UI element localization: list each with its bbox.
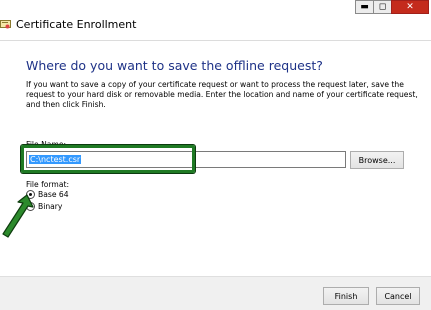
page-heading: Where do you want to save the offline re… bbox=[26, 58, 323, 73]
cancel-button[interactable]: Cancel bbox=[376, 287, 420, 305]
file-format-label: File format: bbox=[26, 180, 70, 189]
wizard-content: Where do you want to save the offline re… bbox=[0, 40, 431, 270]
green-arrow-icon bbox=[2, 194, 34, 238]
annotation-highlight-box bbox=[21, 145, 195, 173]
wizard-footer: Finish Cancel bbox=[0, 276, 431, 310]
radio-binary-label: Binary bbox=[38, 202, 63, 211]
window-title: Certificate Enrollment bbox=[16, 18, 137, 31]
minimize-button[interactable]: ▬ bbox=[355, 0, 373, 14]
window-controls: ▬ ◻ ✕ bbox=[355, 0, 429, 14]
browse-button[interactable]: Browse... bbox=[350, 151, 404, 169]
page-description: If you want to save a copy of your certi… bbox=[26, 80, 418, 109]
radio-base64-label: Base 64 bbox=[38, 190, 69, 199]
maximize-button[interactable]: ◻ bbox=[373, 0, 391, 14]
certificate-icon bbox=[0, 20, 11, 29]
finish-button[interactable]: Finish bbox=[323, 287, 369, 305]
title-bar: Certificate Enrollment bbox=[0, 14, 431, 36]
close-button[interactable]: ✕ bbox=[391, 0, 429, 14]
